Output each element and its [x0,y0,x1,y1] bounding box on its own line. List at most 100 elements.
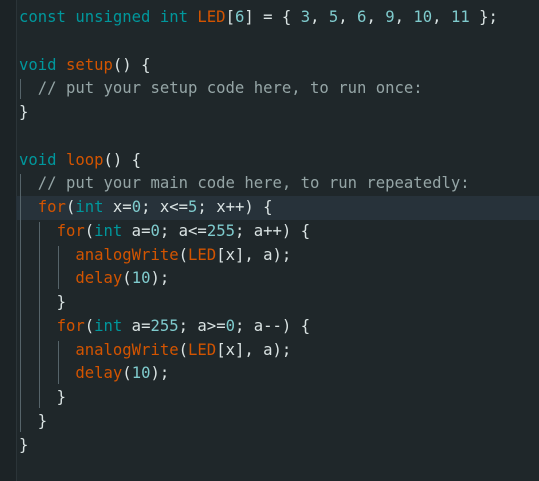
code-token: 0 [131,198,142,216]
code-line[interactable]: analogWrite(LED[x], a); [19,244,539,268]
code-token: 9 [385,8,395,26]
code-token: [x], a); [216,340,292,359]
code-token: int [159,8,189,26]
code-line[interactable]: for(int x=0; x<=5; x++) { [16,196,539,220]
code-token: ( [65,198,76,216]
code-token: ] = { [244,8,301,26]
code-line[interactable]: } [19,434,539,458]
code-line[interactable]: delay(10); [19,362,539,386]
code-token: , [432,8,451,26]
code-token: [x], a); [216,245,292,264]
code-token: 10 [413,8,433,26]
code-token: setup [65,55,113,74]
code-token: ( [122,269,132,288]
code-token: } [37,411,48,430]
code-token: , [366,8,386,26]
code-token: int [94,221,123,240]
code-line[interactable]: // put your main code here, to run repea… [19,172,539,196]
code-line[interactable]: void setup() { [19,54,539,78]
code-token: int [75,198,104,216]
code-token: ( [84,221,95,240]
code-line[interactable]: void loop() { [19,149,539,173]
code-token: ( [84,316,95,335]
code-editor[interactable]: const unsigned int LED[6] = { 3, 5, 6, 9… [0,0,539,481]
code-line[interactable]: } [19,101,539,125]
code-token: ); [150,364,170,383]
code-token: LED [197,8,226,26]
code-token: ( [178,340,189,359]
code-token: , [310,8,329,26]
code-line[interactable]: } [19,291,539,315]
code-token: ( [122,364,132,383]
code-token: ; a--) { [234,316,311,335]
code-token: }; [469,8,498,26]
code-token: ; a<= [159,221,207,240]
code-line[interactable]: analogWrite(LED[x], a); [19,339,539,363]
code-line[interactable] [19,125,539,149]
code-token: ; a++) { [234,221,311,240]
code-token: 255 [150,316,179,335]
code-area[interactable]: const unsigned int LED[6] = { 3, 5, 6, 9… [16,6,539,458]
indent-guide [57,340,59,384]
code-token: 11 [450,8,470,26]
code-token: ( [178,245,189,264]
code-token: a= [122,221,151,240]
code-line[interactable]: // put your setup code here, to run once… [19,77,539,101]
code-token: 3 [300,8,311,26]
code-token: void [19,150,57,169]
code-token: void [19,55,57,74]
code-token: int [94,316,123,335]
code-token: const [19,8,66,26]
code-token: , [338,8,358,26]
code-token: LED [188,245,217,264]
code-line[interactable]: delay(10); [19,267,539,291]
code-token: [ [225,8,235,26]
code-token: , [394,8,414,26]
code-token: for [37,198,66,216]
code-line[interactable]: const unsigned int LED[6] = { 3, 5, 6, 9… [19,6,539,30]
code-token: 10 [131,364,151,383]
code-token: a= [122,316,151,335]
editor-gutter [0,0,17,481]
code-token: x= [103,198,132,216]
code-token: } [19,435,29,454]
code-token: } [19,103,29,121]
code-token: unsigned [75,8,151,26]
code-token: ; x++) { [197,198,273,216]
code-token: delay [75,364,123,383]
indent-guide [20,79,21,99]
code-line[interactable]: for(int a=255; a>=0; a--) { [19,315,539,339]
indent-guide [38,221,40,408]
code-token: 5 [328,8,339,26]
code-line[interactable] [19,30,539,54]
indent-guide [57,245,59,289]
code-token: delay [75,269,123,288]
code-token: 0 [225,316,235,335]
code-line[interactable]: for(int a=0; a<=255; a++) { [19,220,539,244]
code-token: } [56,388,66,406]
code-token: 0 [150,221,160,240]
code-token: loop [65,150,104,169]
code-line[interactable]: } [19,410,539,434]
code-line[interactable]: } [19,386,539,410]
code-token: ); [150,269,170,288]
code-token: for [56,316,85,335]
code-token: LED [188,340,217,359]
code-token: // put your main code here, to run repea… [37,174,470,193]
code-token: 10 [131,269,151,288]
code-token: analogWrite [75,245,179,264]
code-token: analogWrite [75,340,179,359]
code-token: 255 [206,221,235,240]
